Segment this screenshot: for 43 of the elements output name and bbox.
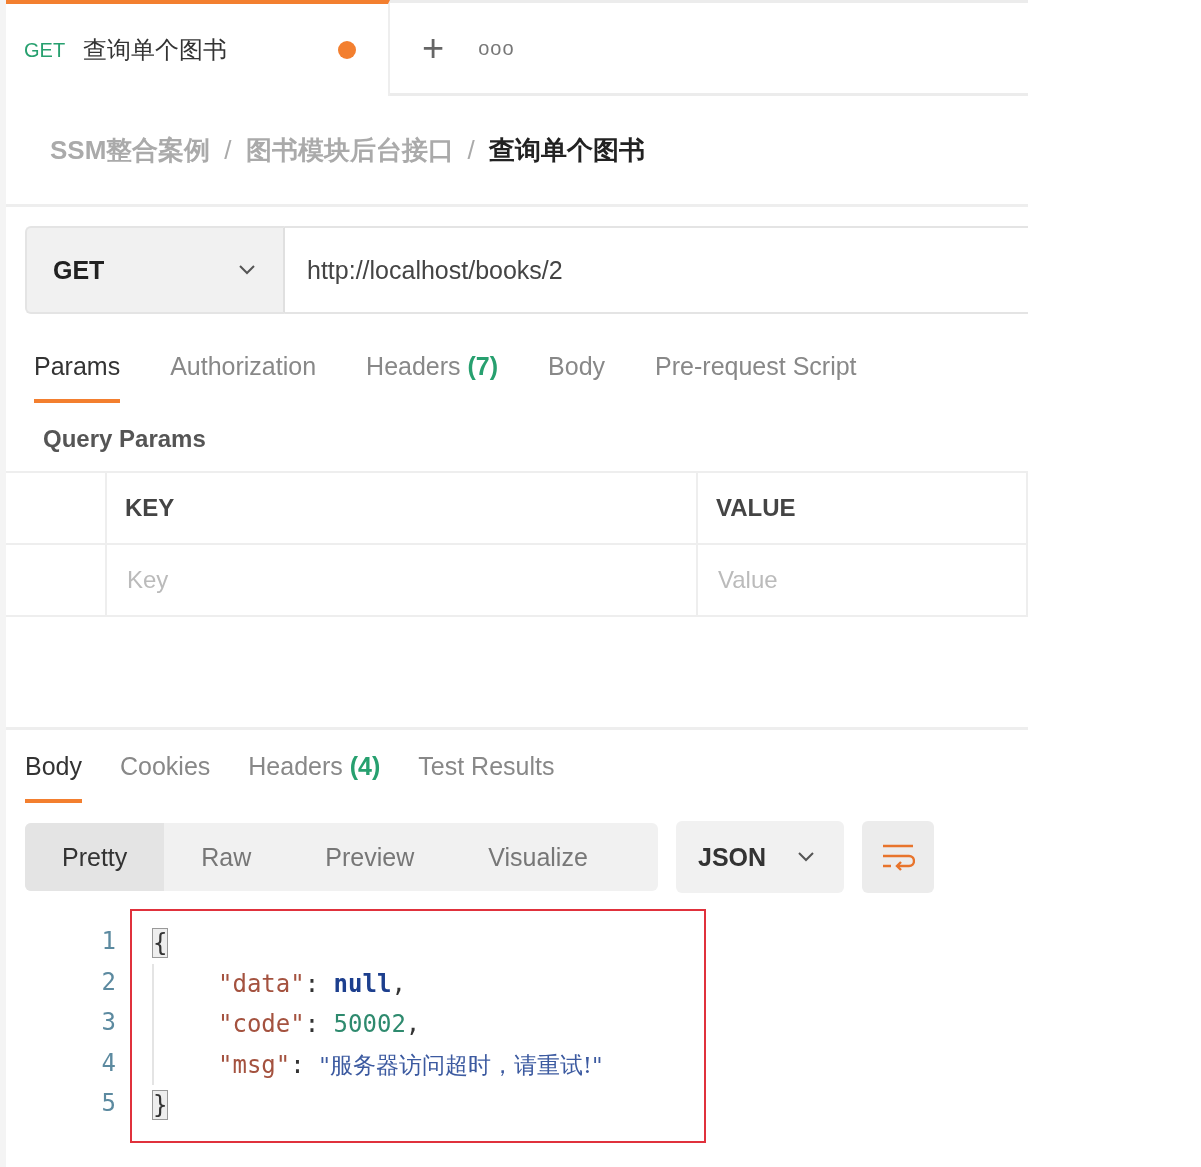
line-number: 2 xyxy=(100,966,117,998)
wrap-lines-icon xyxy=(881,842,916,872)
tab-title: 查询单个图书 xyxy=(83,35,229,65)
line-number: 5 xyxy=(100,1088,117,1119)
response-tab[interactable]: Body xyxy=(25,736,82,803)
breadcrumb-item[interactable]: 图书模块后台接口 xyxy=(245,132,454,168)
line-number: 1 xyxy=(100,926,117,957)
wrap-lines-button[interactable] xyxy=(862,821,935,893)
column-header: VALUE xyxy=(698,473,1028,545)
request-section-tab[interactable]: Authorization xyxy=(170,336,317,403)
view-mode-tab[interactable]: Preview xyxy=(288,823,452,891)
response-tab[interactable]: Test Results xyxy=(418,736,555,803)
line-number: 4 xyxy=(100,1047,117,1079)
request-section-tab[interactable]: Headers (7) xyxy=(366,336,499,403)
code-line: "msg": "服务器访问超时，请重试!" xyxy=(217,1050,603,1079)
breadcrumb-item[interactable]: SSM整合案例 xyxy=(50,132,211,168)
breadcrumb-separator: / xyxy=(467,134,475,166)
view-mode-tab[interactable]: Raw xyxy=(164,823,289,891)
view-mode-tab[interactable]: Visualize xyxy=(451,823,625,891)
url-field[interactable]: http://localhost/books/2 xyxy=(285,226,1028,314)
method-dropdown[interactable]: GET xyxy=(25,226,285,314)
response-tab[interactable]: Headers (4) xyxy=(248,736,381,803)
response-tab[interactable]: Cookies xyxy=(120,736,211,803)
new-tab-button[interactable]: + xyxy=(418,26,449,70)
breadcrumb-item: 查询单个图书 xyxy=(488,133,645,167)
method-label: GET xyxy=(24,38,66,62)
column-header: KEY xyxy=(107,473,698,545)
format-dropdown[interactable]: JSON xyxy=(676,821,845,893)
section-title: Query Params xyxy=(42,424,207,454)
code-line: "data": null, xyxy=(217,969,406,998)
chevron-down-icon xyxy=(796,851,817,863)
breadcrumb-separator: / xyxy=(224,134,232,166)
request-section-tab[interactable]: Body xyxy=(548,336,606,403)
more-button[interactable]: ooo xyxy=(478,36,515,60)
request-section-tab[interactable]: Params xyxy=(34,336,121,403)
line-number: 3 xyxy=(100,1007,117,1038)
param-input-field[interactable]: Key xyxy=(125,565,643,595)
param-input-field[interactable]: Value xyxy=(716,565,999,595)
code-line: "code": 50002, xyxy=(217,1010,421,1038)
chevron-down-icon xyxy=(237,264,257,276)
view-mode-tab[interactable]: Pretty xyxy=(25,823,165,891)
request-tab[interactable]: GET 查询单个图书 xyxy=(6,0,390,96)
request-section-tab[interactable]: Pre-request Script xyxy=(655,336,857,403)
